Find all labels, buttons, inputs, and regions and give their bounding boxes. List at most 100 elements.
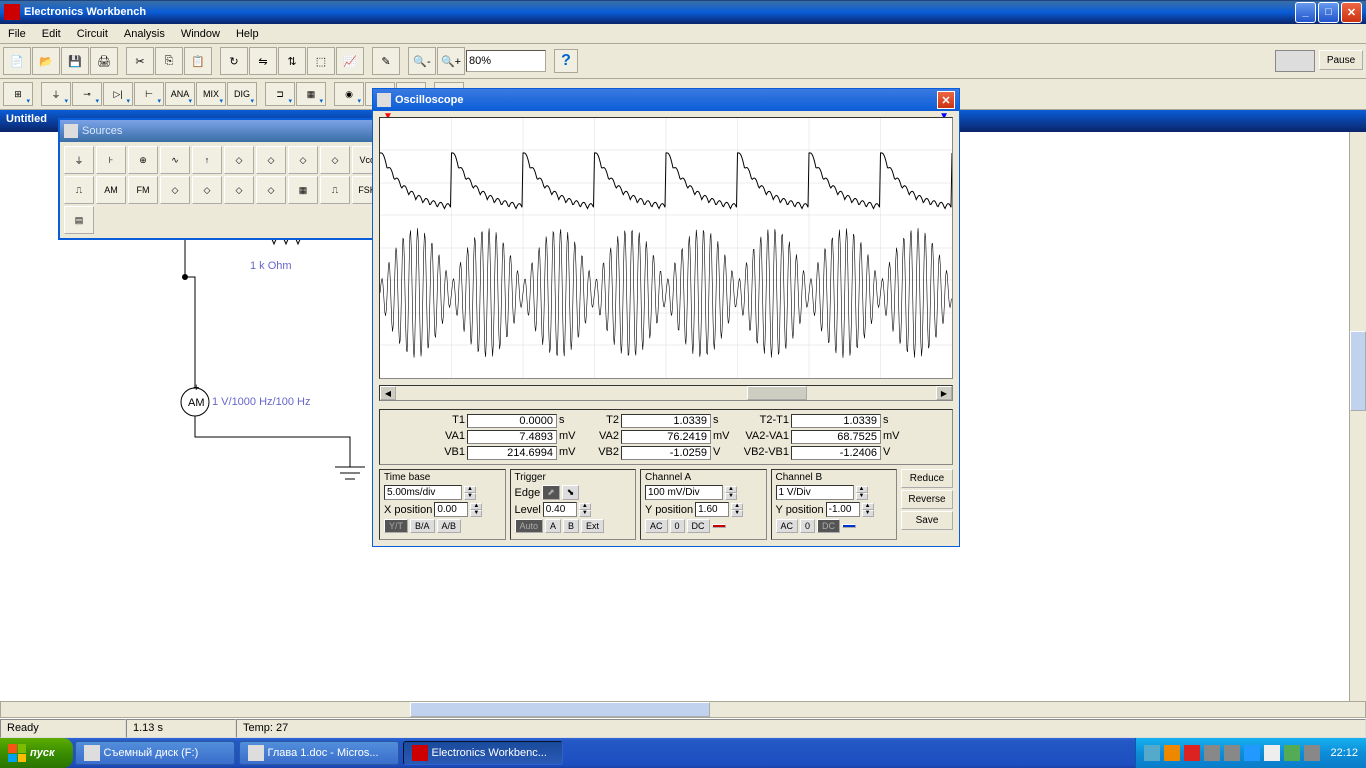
digital-bin-icon[interactable]: DIG▾ [227,82,257,106]
pwl-icon[interactable]: ◇ [192,176,222,204]
cha-dc-button[interactable]: DC [687,519,710,533]
piece-icon[interactable]: ◇ [224,176,254,204]
cha-color-swatch[interactable] [712,524,726,528]
cha-scale-spin[interactable]: ▲▼ [725,486,737,500]
vertical-scrollbar[interactable] [1349,132,1366,701]
cha-ypos-spin[interactable]: ▲▼ [731,503,743,517]
zoomin-icon[interactable]: 🔍+ [437,47,465,75]
subcircuit-icon[interactable]: ⬚ [307,47,335,75]
simulate-switch[interactable] [1275,50,1315,72]
reduce-button[interactable]: Reduce [901,469,953,488]
timebase-scale-input[interactable] [384,485,462,500]
canvas-hscrollbar[interactable] [0,701,1366,718]
menu-edit[interactable]: Edit [34,26,69,42]
mixed-bin-icon[interactable]: MIX▾ [196,82,226,106]
scope-hscrollbar[interactable]: ◀ ▶ [379,385,953,401]
task-ewb[interactable]: Electronics Workbenc... [403,741,563,765]
chb-ypos-spin[interactable]: ▲▼ [862,503,874,517]
chb-ypos-input[interactable] [826,502,860,517]
hscroll-thumb[interactable] [410,702,710,717]
level-input[interactable] [543,502,577,517]
scroll-right-icon[interactable]: ▶ [936,386,952,400]
xpos-input[interactable] [434,502,468,517]
tray-icon-av[interactable] [1184,745,1200,761]
rotate-icon[interactable]: ↻ [220,47,248,75]
dc-source-icon[interactable]: ⊕ [128,146,158,174]
cut-icon[interactable]: ✂ [126,47,154,75]
help-icon[interactable]: ? [554,49,578,73]
scope-close-button[interactable]: ✕ [937,91,955,109]
timebase-spin[interactable]: ▲▼ [464,486,476,500]
pause-button[interactable]: Pause [1319,50,1363,70]
level-spin[interactable]: ▲▼ [579,503,591,517]
scope-titlebar[interactable]: Oscilloscope ✕ [373,89,959,111]
chb-scale-input[interactable] [776,485,854,500]
tray-icon-5[interactable] [1264,745,1280,761]
logic-bin-icon[interactable]: ⊐▾ [265,82,295,106]
fm-source-icon[interactable]: FM [128,176,158,204]
probe-icon[interactable]: ✎ [372,47,400,75]
paste-icon[interactable]: 📋 [184,47,212,75]
tray-icon-3[interactable] [1204,745,1220,761]
diode-bin-icon[interactable]: ▷|▾ [103,82,133,106]
scope-display[interactable] [379,117,953,379]
graph-icon[interactable]: 📈 [336,47,364,75]
task-removable-disk[interactable]: Съемный диск (F:) [75,741,235,765]
vco-icon[interactable]: ◇ [160,176,190,204]
cccs-icon[interactable]: ◇ [288,146,318,174]
clock-icon[interactable]: ⎍ [64,176,94,204]
tray-icon-6[interactable] [1284,745,1300,761]
vcvs-icon[interactable]: ◇ [256,146,286,174]
chb-scale-spin[interactable]: ▲▼ [856,486,868,500]
tray-icon-1[interactable] [1144,745,1160,761]
flipv-icon[interactable]: ⇅ [278,47,306,75]
vscroll-thumb[interactable] [1350,331,1366,411]
trig-a-button[interactable]: A [545,519,561,533]
start-button[interactable]: пуск [0,738,73,768]
tray-icon-bt[interactable] [1244,745,1260,761]
maximize-button[interactable]: □ [1318,2,1339,23]
am-source-icon[interactable]: AM [96,176,126,204]
zoom-input[interactable] [466,50,546,72]
save-button[interactable]: Save [901,511,953,530]
analog-bin-icon[interactable]: ANA▾ [165,82,195,106]
auto-button[interactable]: Auto [515,519,544,533]
trig-ext-button[interactable]: Ext [581,519,604,533]
close-button[interactable]: ✕ [1341,2,1362,23]
menu-file[interactable]: File [0,26,34,42]
cha-zero-button[interactable]: 0 [670,519,685,533]
basic-bin-icon[interactable]: ⊸▾ [72,82,102,106]
trig-b-button[interactable]: B [563,519,579,533]
chb-zero-button[interactable]: 0 [800,519,815,533]
open-icon[interactable]: 📂 [32,47,60,75]
save-icon[interactable]: 💾 [61,47,89,75]
menu-circuit[interactable]: Circuit [69,26,116,42]
print-icon[interactable]: 🖨 [90,47,118,75]
ba-button[interactable]: B/A [410,519,435,533]
indicator-bin-icon[interactable]: ◉▾ [334,82,364,106]
menu-window[interactable]: Window [173,26,228,42]
transistor-bin-icon[interactable]: ⊢▾ [134,82,164,106]
ab-button[interactable]: A/B [437,519,462,533]
ccvs-icon[interactable]: ◇ [320,146,350,174]
poly-icon[interactable]: ◇ [256,176,286,204]
minimize-button[interactable]: _ [1295,2,1316,23]
chb-ac-button[interactable]: AC [776,519,799,533]
yt-button[interactable]: Y/T [384,519,408,533]
chb-dc-button[interactable]: DC [817,519,840,533]
menu-analysis[interactable]: Analysis [116,26,173,42]
current-source-icon[interactable]: ↑ [192,146,222,174]
tray-icon-7[interactable] [1304,745,1320,761]
xpos-spin[interactable]: ▲▼ [470,503,482,517]
toolbox-icon[interactable]: ⊞▾ [3,82,33,106]
ground-icon[interactable]: ⏚ [64,146,94,174]
pulse-icon[interactable]: ⎍ [320,176,350,204]
cha-ac-button[interactable]: AC [645,519,668,533]
chb-color-swatch[interactable] [842,524,856,528]
reverse-button[interactable]: Reverse [901,490,953,509]
nonlin-icon[interactable]: ▦ [288,176,318,204]
scroll-left-icon[interactable]: ◀ [380,386,396,400]
battery-icon[interactable]: ⊦ [96,146,126,174]
fliph-icon[interactable]: ⇋ [249,47,277,75]
ic-bin-icon[interactable]: ▦▾ [296,82,326,106]
